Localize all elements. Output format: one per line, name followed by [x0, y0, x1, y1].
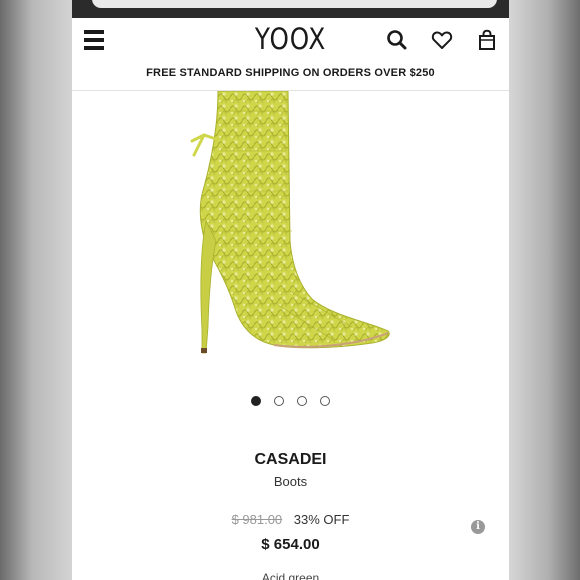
site-header: YOOX FREE STANDARD SHIPPING ON ORDERS OV… — [72, 18, 509, 91]
background-right — [509, 0, 580, 580]
menu-icon[interactable] — [84, 30, 104, 50]
carousel-dot[interactable] — [251, 396, 261, 406]
address-bar[interactable] — [92, 0, 497, 8]
price-row: $ 981.00 33% OFF — [72, 512, 509, 527]
carousel-dot[interactable] — [320, 396, 330, 406]
original-price: $ 981.00 — [231, 512, 283, 527]
carousel-dot[interactable] — [297, 396, 307, 406]
shipping-banner: FREE STANDARD SHIPPING ON ORDERS OVER $2… — [146, 67, 435, 79]
carousel-dots — [72, 396, 509, 408]
search-icon[interactable] — [386, 29, 408, 51]
carousel-dot[interactable] — [274, 396, 284, 406]
product-image[interactable] — [182, 90, 402, 356]
browser-bar — [72, 0, 509, 18]
phone-screen: YOOX FREE STANDARD SHIPPING ON ORDERS OV… — [72, 0, 509, 580]
sale-price: $ 654.00 — [261, 536, 320, 553]
discount-badge: 33% OFF — [293, 512, 350, 527]
product-category: Boots — [273, 474, 308, 489]
site-logo[interactable]: YOOX — [105, 22, 476, 56]
info-icon[interactable]: i — [471, 520, 485, 534]
product-brand[interactable]: CASADEI — [72, 451, 509, 469]
bag-icon[interactable] — [476, 29, 498, 51]
background-left — [0, 0, 72, 580]
heart-icon[interactable] — [431, 29, 453, 51]
product-color: Acid green — [261, 571, 320, 580]
